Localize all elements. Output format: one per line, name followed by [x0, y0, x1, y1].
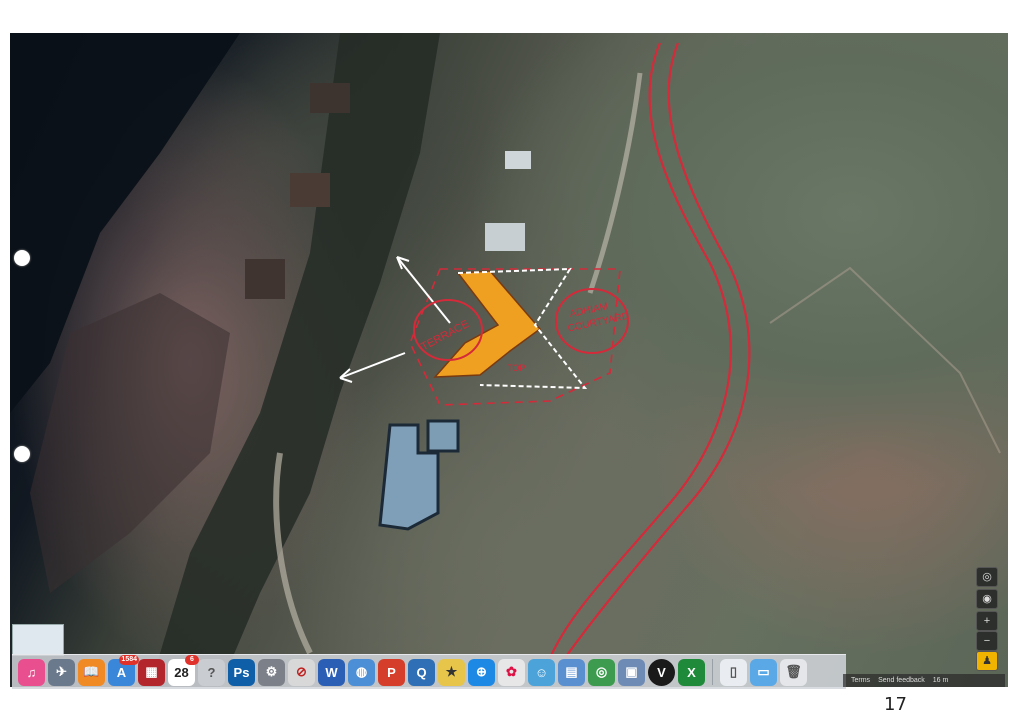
dock-separator: [712, 659, 713, 685]
app-store-icon[interactable]: A 1584: [108, 654, 139, 686]
photo-booth-icon[interactable]: ▦: [138, 658, 165, 686]
scale-label: 16 m: [932, 677, 949, 684]
no-entry-icon[interactable]: ⊘: [288, 658, 315, 686]
terrace-shape: [433, 270, 542, 378]
building-small-2: [485, 223, 525, 251]
building-annex: [426, 419, 460, 453]
send-feedback-link[interactable]: Send feedback: [878, 674, 925, 687]
field-outline: [769, 266, 1001, 454]
page-number-note: 17: [884, 694, 907, 715]
powerpoint-icon[interactable]: P: [378, 658, 405, 686]
image-capture-icon[interactable]: ▣: [618, 658, 645, 686]
document-icon[interactable]: ▯: [720, 658, 747, 686]
building-roof-1: [290, 173, 330, 207]
quicktime-icon[interactable]: Q: [408, 658, 435, 686]
help-icon[interactable]: ?: [198, 658, 225, 686]
calendar-icon[interactable]: 28 6: [168, 654, 199, 686]
map-attribution: Terms Send feedback 16 m: [843, 674, 1005, 687]
minimap-thumbnail[interactable]: [12, 624, 64, 656]
itunes-icon[interactable]: ♫: [18, 658, 45, 686]
app-store-badge: 1584: [119, 654, 139, 665]
map-imagery: TERRACE ADHIAM COURTYARD TOP: [10, 33, 1001, 687]
network-icon[interactable]: ◎: [588, 658, 615, 686]
excel-icon[interactable]: X: [678, 658, 705, 686]
vectorworks-icon[interactable]: V: [648, 658, 675, 686]
red-path-right: [564, 42, 751, 659]
word-icon[interactable]: W: [318, 658, 345, 686]
launchpad-icon[interactable]: ✈: [48, 658, 75, 686]
photoshop-icon[interactable]: Ps: [228, 658, 255, 686]
macos-dock: ♫ ✈ 📖 A 1584 ▦ 28 6 ? Ps ⚙ ⊘ W ◍ P Q ★ ⊕ ✿…: [12, 654, 846, 689]
building-roof-3: [310, 83, 350, 113]
star-icon[interactable]: ★: [438, 658, 465, 686]
preview-icon[interactable]: ▤: [558, 658, 585, 686]
globe-icon[interactable]: ◍: [348, 658, 375, 686]
photos-icon[interactable]: ✿: [498, 658, 525, 686]
layers-control[interactable]: ◎: [976, 567, 998, 587]
locate-button[interactable]: ◉: [976, 589, 998, 609]
safari-icon[interactable]: ⊕: [468, 658, 495, 686]
building-small-1: [505, 151, 531, 169]
system-preferences-icon[interactable]: ⚙: [258, 658, 285, 686]
zoom-out-button[interactable]: −: [976, 631, 998, 651]
trash-icon[interactable]: 🗑: [780, 658, 807, 686]
satellite-map[interactable]: TERRACE ADHIAM COURTYARD TOP ◎ ◉ + − ♟: [10, 33, 1008, 687]
top-label: TOP: [507, 363, 525, 373]
ibooks-icon[interactable]: 📖: [78, 658, 105, 686]
binder-hole-top: [14, 250, 30, 266]
contacts-icon[interactable]: ☺: [528, 658, 555, 686]
calendar-badge: 6: [185, 654, 199, 665]
zoom-in-button[interactable]: +: [976, 611, 998, 631]
building-roof-2: [245, 259, 285, 299]
binder-hole-bottom: [14, 446, 30, 462]
driveway: [587, 72, 643, 294]
terms-link[interactable]: Terms: [851, 674, 870, 687]
folder-icon[interactable]: ▭: [750, 658, 777, 686]
arrow-north: [396, 256, 451, 324]
pegman-icon[interactable]: ♟: [976, 651, 998, 671]
